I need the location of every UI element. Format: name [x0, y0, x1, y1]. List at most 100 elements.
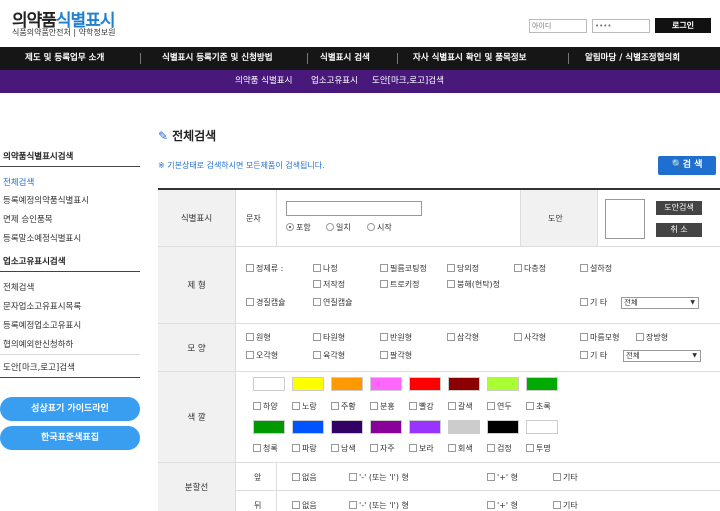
checkbox-form[interactable]: 경질캡슐: [246, 297, 285, 308]
sidebar-section-title[interactable]: 도안[마크,로고]검색: [3, 361, 75, 373]
checkbox[interactable]: [313, 333, 321, 341]
checkbox-color[interactable]: 갈색: [448, 401, 473, 412]
radio-exact[interactable]: 일치: [326, 222, 351, 233]
checkbox[interactable]: [580, 264, 588, 272]
sidebar-item[interactable]: 전체검색: [3, 281, 34, 293]
checkbox[interactable]: [253, 402, 261, 410]
subnav-item-company[interactable]: 업소고유표시: [311, 70, 358, 93]
checkbox-color[interactable]: 하양: [253, 401, 278, 412]
checkbox[interactable]: [409, 402, 417, 410]
checkbox[interactable]: [253, 444, 261, 452]
checkbox[interactable]: [526, 402, 534, 410]
checkbox[interactable]: [448, 402, 456, 410]
checkbox-shape[interactable]: 마름모형: [580, 332, 619, 343]
checkbox[interactable]: [349, 501, 357, 509]
checkbox-color[interactable]: 회색: [448, 443, 473, 454]
checkbox[interactable]: [331, 402, 339, 410]
sidebar-section-title[interactable]: 업소고유표시검색: [3, 255, 66, 267]
checkbox[interactable]: [580, 298, 588, 306]
gnb-item-criteria[interactable]: 식별표시 등록기준 및 신청방법: [162, 47, 273, 70]
checkbox[interactable]: [331, 444, 339, 452]
id-input[interactable]: [529, 19, 587, 33]
checkbox-score-front[interactable]: '-' (또는 'l') 형: [349, 472, 409, 483]
checkbox[interactable]: [380, 280, 388, 288]
checkbox-color[interactable]: 자주: [370, 443, 395, 454]
color-swatch[interactable]: [448, 377, 480, 391]
checkbox-form[interactable]: 붕해(현탁)정: [447, 279, 500, 290]
color-swatch[interactable]: [370, 377, 402, 391]
radio-button[interactable]: [326, 223, 334, 231]
checkbox-shape[interactable]: 오각형: [246, 350, 278, 361]
checkbox-score-back[interactable]: '+' 형: [487, 500, 518, 511]
checkbox-form[interactable]: 저작정: [313, 279, 345, 290]
checkbox-shape[interactable]: 육각형: [313, 350, 345, 361]
checkbox-shape[interactable]: 원형: [246, 332, 271, 343]
checkbox[interactable]: [246, 351, 254, 359]
subnav-item-design[interactable]: 도안[마크,로고]검색: [372, 70, 444, 93]
checkbox[interactable]: [292, 501, 300, 509]
checkbox-color[interactable]: 노랑: [292, 401, 317, 412]
color-swatch[interactable]: [253, 420, 285, 434]
checkbox-color[interactable]: 빨강: [409, 401, 434, 412]
checkbox[interactable]: [487, 444, 495, 452]
checkbox-color[interactable]: 보라: [409, 443, 434, 454]
checkbox-other[interactable]: 기 타: [580, 297, 607, 308]
checkbox[interactable]: [246, 264, 254, 272]
checkbox[interactable]: [553, 473, 561, 481]
sidebar-item[interactable]: 문자업소고유표시목록: [3, 300, 81, 312]
color-swatch[interactable]: [409, 377, 441, 391]
gnb-item-company[interactable]: 자사 식별표시 확인 및 품목정보: [413, 47, 527, 70]
checkbox-shape[interactable]: 타원형: [313, 332, 345, 343]
sidebar-item[interactable]: 등록말소예정식별표시: [3, 232, 81, 244]
gnb-item-search[interactable]: 식별표시 검색: [320, 47, 370, 70]
checkbox[interactable]: [292, 473, 300, 481]
checkbox[interactable]: [447, 333, 455, 341]
checkbox[interactable]: [313, 298, 321, 306]
checkbox-form[interactable]: 트로키정: [380, 279, 419, 290]
checkbox-shape[interactable]: 팔각형: [380, 350, 412, 361]
checkbox-form[interactable]: 설하정: [580, 263, 612, 274]
sidebar-item[interactable]: 협의예외한신청하하: [3, 338, 73, 350]
checkbox[interactable]: [447, 280, 455, 288]
checkbox[interactable]: [370, 402, 378, 410]
checkbox[interactable]: [409, 444, 417, 452]
checkbox[interactable]: [246, 298, 254, 306]
checkbox-shape[interactable]: 장방형: [636, 332, 668, 343]
form-select[interactable]: 전체 ▼: [621, 297, 699, 309]
checkbox[interactable]: [448, 444, 456, 452]
color-swatch[interactable]: [292, 420, 324, 434]
radio-contains[interactable]: 포함: [286, 222, 311, 233]
checkbox[interactable]: [313, 264, 321, 272]
radio-starts[interactable]: 시작: [367, 222, 392, 233]
radio-button[interactable]: [367, 223, 375, 231]
color-swatch[interactable]: [526, 420, 558, 434]
gnb-item-notice[interactable]: 알림마당 / 식별조정협의회: [585, 47, 680, 70]
checkbox-score-back[interactable]: 기타: [553, 500, 578, 511]
color-swatch[interactable]: [487, 377, 519, 391]
login-button[interactable]: 로그인: [655, 18, 711, 33]
checkbox[interactable]: [487, 402, 495, 410]
color-swatch[interactable]: [292, 377, 324, 391]
color-swatch[interactable]: [409, 420, 441, 434]
checkbox-form[interactable]: 나정: [313, 263, 338, 274]
checkbox[interactable]: [580, 351, 588, 359]
sidebar-item[interactable]: 면제 승인품목: [3, 213, 53, 225]
checkbox[interactable]: [292, 444, 300, 452]
checkbox[interactable]: [553, 501, 561, 509]
search-button[interactable]: 🔍검 색: [658, 156, 716, 175]
checkbox-color[interactable]: 투명: [526, 443, 551, 454]
checkbox[interactable]: [380, 264, 388, 272]
checkbox-form[interactable]: 정제류 :: [246, 263, 283, 274]
sidebar-section-title[interactable]: 의약품식별표시검색: [3, 150, 73, 162]
color-swatch[interactable]: [448, 420, 480, 434]
subnav-item-drug[interactable]: 의약품 식별표시: [235, 70, 292, 93]
checkbox[interactable]: [292, 402, 300, 410]
checkbox-form[interactable]: 연질캡슐: [313, 297, 352, 308]
checkbox[interactable]: [246, 333, 254, 341]
checkbox-form[interactable]: 필름코팅정: [380, 263, 427, 274]
color-chart-button[interactable]: 한국표준색표집: [0, 426, 140, 450]
checkbox-score-front[interactable]: 없음: [292, 472, 317, 483]
color-swatch[interactable]: [487, 420, 519, 434]
cancel-button[interactable]: 취 소: [656, 223, 702, 237]
checkbox-shape[interactable]: 반원형: [380, 332, 412, 343]
